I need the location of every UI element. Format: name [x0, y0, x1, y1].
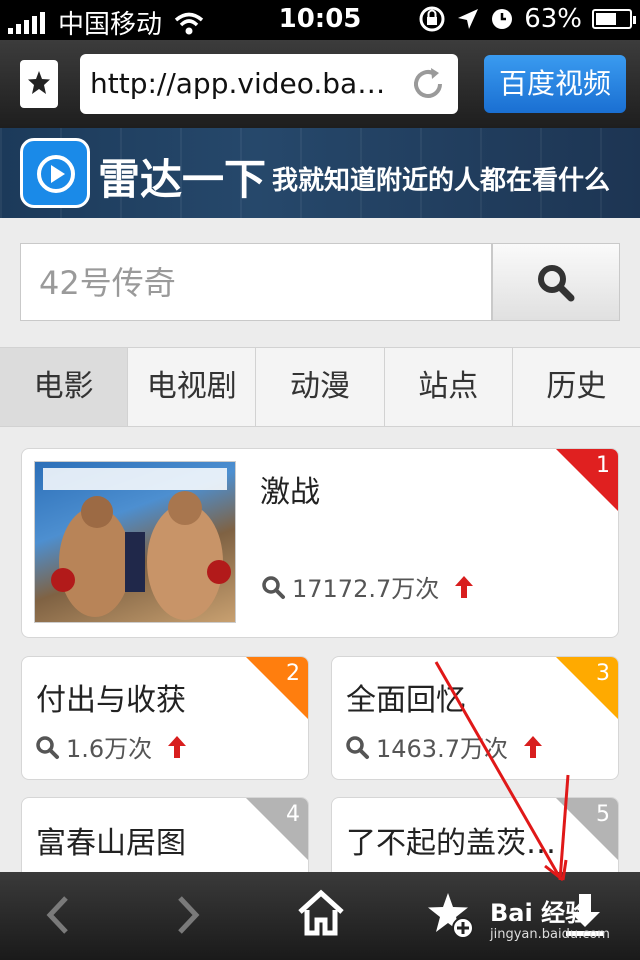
- battery-icon: [592, 9, 636, 29]
- movie-poster: [34, 461, 236, 623]
- tab-sites[interactable]: 站点: [385, 348, 513, 426]
- rank-number: 5: [596, 802, 610, 827]
- trend-up-icon: [523, 735, 542, 758]
- ranking-card-3[interactable]: 全面回忆 1463.7万次 3: [331, 656, 619, 780]
- browser-toolbar: http://app.video.ba… 百度视频: [0, 40, 640, 128]
- home-icon[interactable]: [296, 888, 346, 938]
- search-button[interactable]: [492, 243, 620, 321]
- view-count-text: 1463.7万次: [376, 735, 508, 763]
- radar-banner[interactable]: 雷达一下 我就知道附近的人都在看什么: [0, 128, 640, 218]
- search-icon: [262, 575, 285, 599]
- url-text: http://app.video.ba…: [90, 67, 386, 100]
- baidu-video-button[interactable]: 百度视频: [484, 55, 626, 113]
- tab-history[interactable]: 历史: [513, 348, 640, 426]
- search-icon: [346, 735, 369, 759]
- rank-number: 1: [596, 453, 610, 478]
- card-title: 了不起的盖茨…: [346, 826, 556, 861]
- category-tabs: 电影 电视剧 动漫 站点 历史: [0, 347, 640, 427]
- trend-up-icon: [168, 735, 187, 758]
- view-count: 1463.7万次: [344, 729, 548, 764]
- search-input[interactable]: 42号传奇: [20, 243, 492, 321]
- view-count-text: 1.6万次: [66, 735, 153, 763]
- tab-tv-series[interactable]: 电视剧: [128, 348, 257, 426]
- back-icon[interactable]: [38, 890, 78, 940]
- banner-subtitle: 我就知道附近的人都在看什么: [272, 166, 611, 196]
- banner-title: 雷达一下: [98, 155, 267, 204]
- view-count-text: 17172.7万次: [292, 575, 440, 603]
- card-title: 激战: [260, 475, 320, 510]
- search-icon: [36, 735, 59, 759]
- battery-fill: [596, 13, 617, 25]
- location-icon: [458, 9, 479, 29]
- rank-number: 4: [286, 802, 300, 827]
- baidu-video-logo-icon: [20, 138, 90, 208]
- rotation-lock-icon: [419, 6, 445, 32]
- rank-number: 3: [596, 661, 610, 686]
- rank-number: 2: [286, 661, 300, 686]
- url-field[interactable]: http://app.video.ba…: [80, 54, 458, 114]
- view-count: 17172.7万次: [260, 569, 479, 604]
- battery-percent: 63%: [524, 4, 582, 34]
- alarm-icon: [492, 9, 513, 29]
- add-favorite-icon[interactable]: [426, 890, 476, 940]
- bookmark-button[interactable]: [20, 60, 58, 108]
- card-title: 全面回忆: [346, 683, 466, 718]
- trend-up-icon: [455, 575, 474, 598]
- baidu-jingyan-watermark: Bai 经验: [490, 899, 590, 927]
- card-title: 付出与收获: [36, 683, 186, 718]
- watermark-url: jingyan.baidu.com: [490, 927, 610, 942]
- tab-anime[interactable]: 动漫: [256, 348, 385, 426]
- status-bar: 中国移动 10:05 63%: [0, 0, 640, 40]
- forward-icon[interactable]: [168, 890, 208, 940]
- tab-movie[interactable]: 电影: [0, 348, 129, 426]
- ranking-card-1[interactable]: 激战 17172.7万次 1: [21, 448, 619, 638]
- bookmark-star-icon: [28, 71, 50, 94]
- reload-icon[interactable]: [410, 66, 446, 102]
- search-bar: 42号传奇: [20, 243, 620, 321]
- view-count: 1.6万次: [34, 729, 192, 764]
- ranking-card-2[interactable]: 付出与收获 1.6万次 2: [21, 656, 309, 780]
- card-title: 富春山居图: [36, 826, 186, 861]
- search-icon: [538, 265, 575, 302]
